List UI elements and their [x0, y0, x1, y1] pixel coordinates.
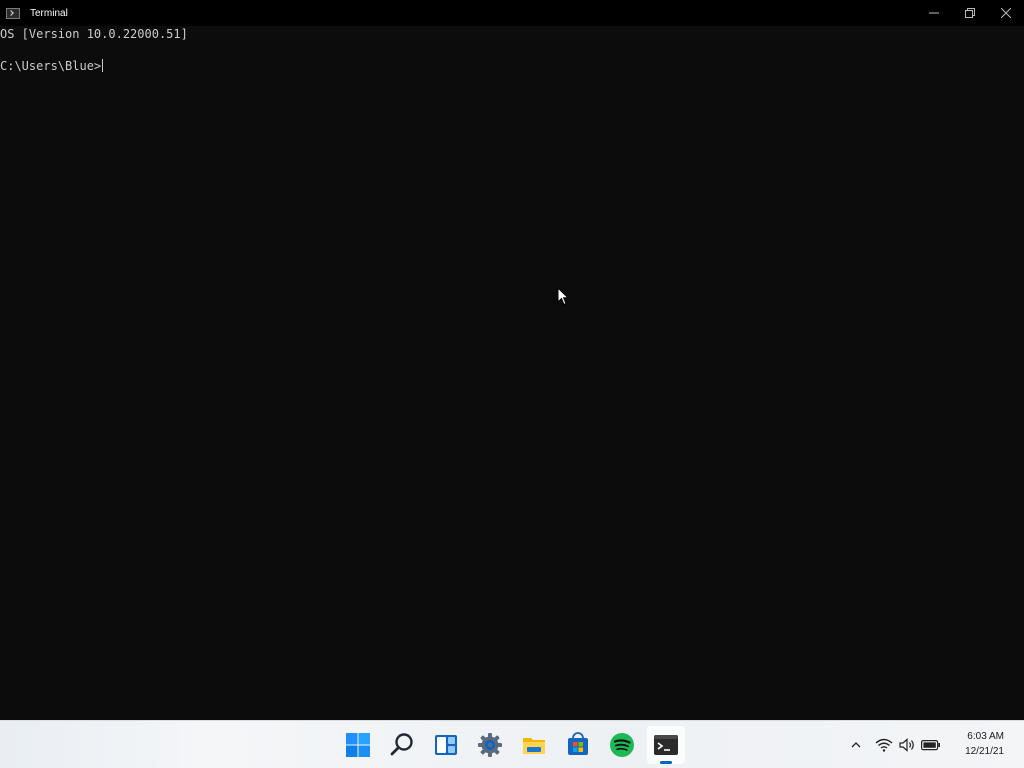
terminal-icon: [6, 7, 20, 19]
terminal-icon: [654, 735, 678, 755]
minimize-icon: [929, 12, 939, 14]
volume-button[interactable]: [898, 735, 918, 755]
active-app-indicator: [660, 761, 672, 764]
windows-logo-icon: [346, 733, 370, 757]
network-button[interactable]: [874, 735, 894, 755]
terminal-app[interactable]: [647, 726, 685, 764]
search-button[interactable]: [383, 726, 421, 764]
volume-icon: [899, 738, 914, 752]
restore-icon: [965, 8, 975, 18]
spotify-icon: [610, 733, 634, 757]
text-caret: [102, 59, 104, 72]
start-button[interactable]: [339, 726, 377, 764]
version-line: OS [Version 10.0.22000.51]: [0, 27, 188, 41]
close-button[interactable]: [988, 0, 1024, 26]
mouse-pointer-icon: [557, 287, 569, 306]
prompt-text: C:\Users\Blue>: [0, 59, 102, 73]
terminal-output[interactable]: OS [Version 10.0.22000.51] C:\Users\Blue…: [0, 26, 1024, 720]
file-explorer-app[interactable]: [515, 726, 553, 764]
title-bar[interactable]: Terminal: [0, 0, 1024, 26]
gear-icon: [478, 733, 502, 757]
folder-icon: [523, 738, 545, 754]
taskbar: 6:03 AM 12/21/21: [0, 720, 1024, 768]
restore-button[interactable]: [952, 0, 988, 26]
chevron-up-icon: [851, 742, 861, 748]
close-icon: [1001, 8, 1011, 18]
widgets-button[interactable]: [427, 726, 465, 764]
settings-app[interactable]: [471, 726, 509, 764]
store-icon: [568, 732, 588, 755]
battery-button[interactable]: [921, 735, 941, 755]
spotify-app[interactable]: [603, 726, 641, 764]
clock-time: 6:03 AM: [967, 731, 1004, 742]
wifi-icon: [875, 738, 893, 752]
clock-date: 12/21/21: [965, 746, 1004, 757]
minimize-button[interactable]: [916, 0, 952, 26]
taskbar-clock[interactable]: 6:03 AM 12/21/21: [944, 729, 1004, 759]
window-title: Terminal: [30, 7, 68, 19]
show-hidden-icons-button[interactable]: [846, 735, 866, 755]
battery-icon: [921, 740, 940, 751]
microsoft-store-app[interactable]: [559, 726, 597, 764]
prompt-line[interactable]: C:\Users\Blue>: [0, 59, 104, 73]
widgets-icon: [435, 735, 457, 755]
window-controls: [916, 0, 1024, 26]
search-icon: [390, 733, 413, 756]
